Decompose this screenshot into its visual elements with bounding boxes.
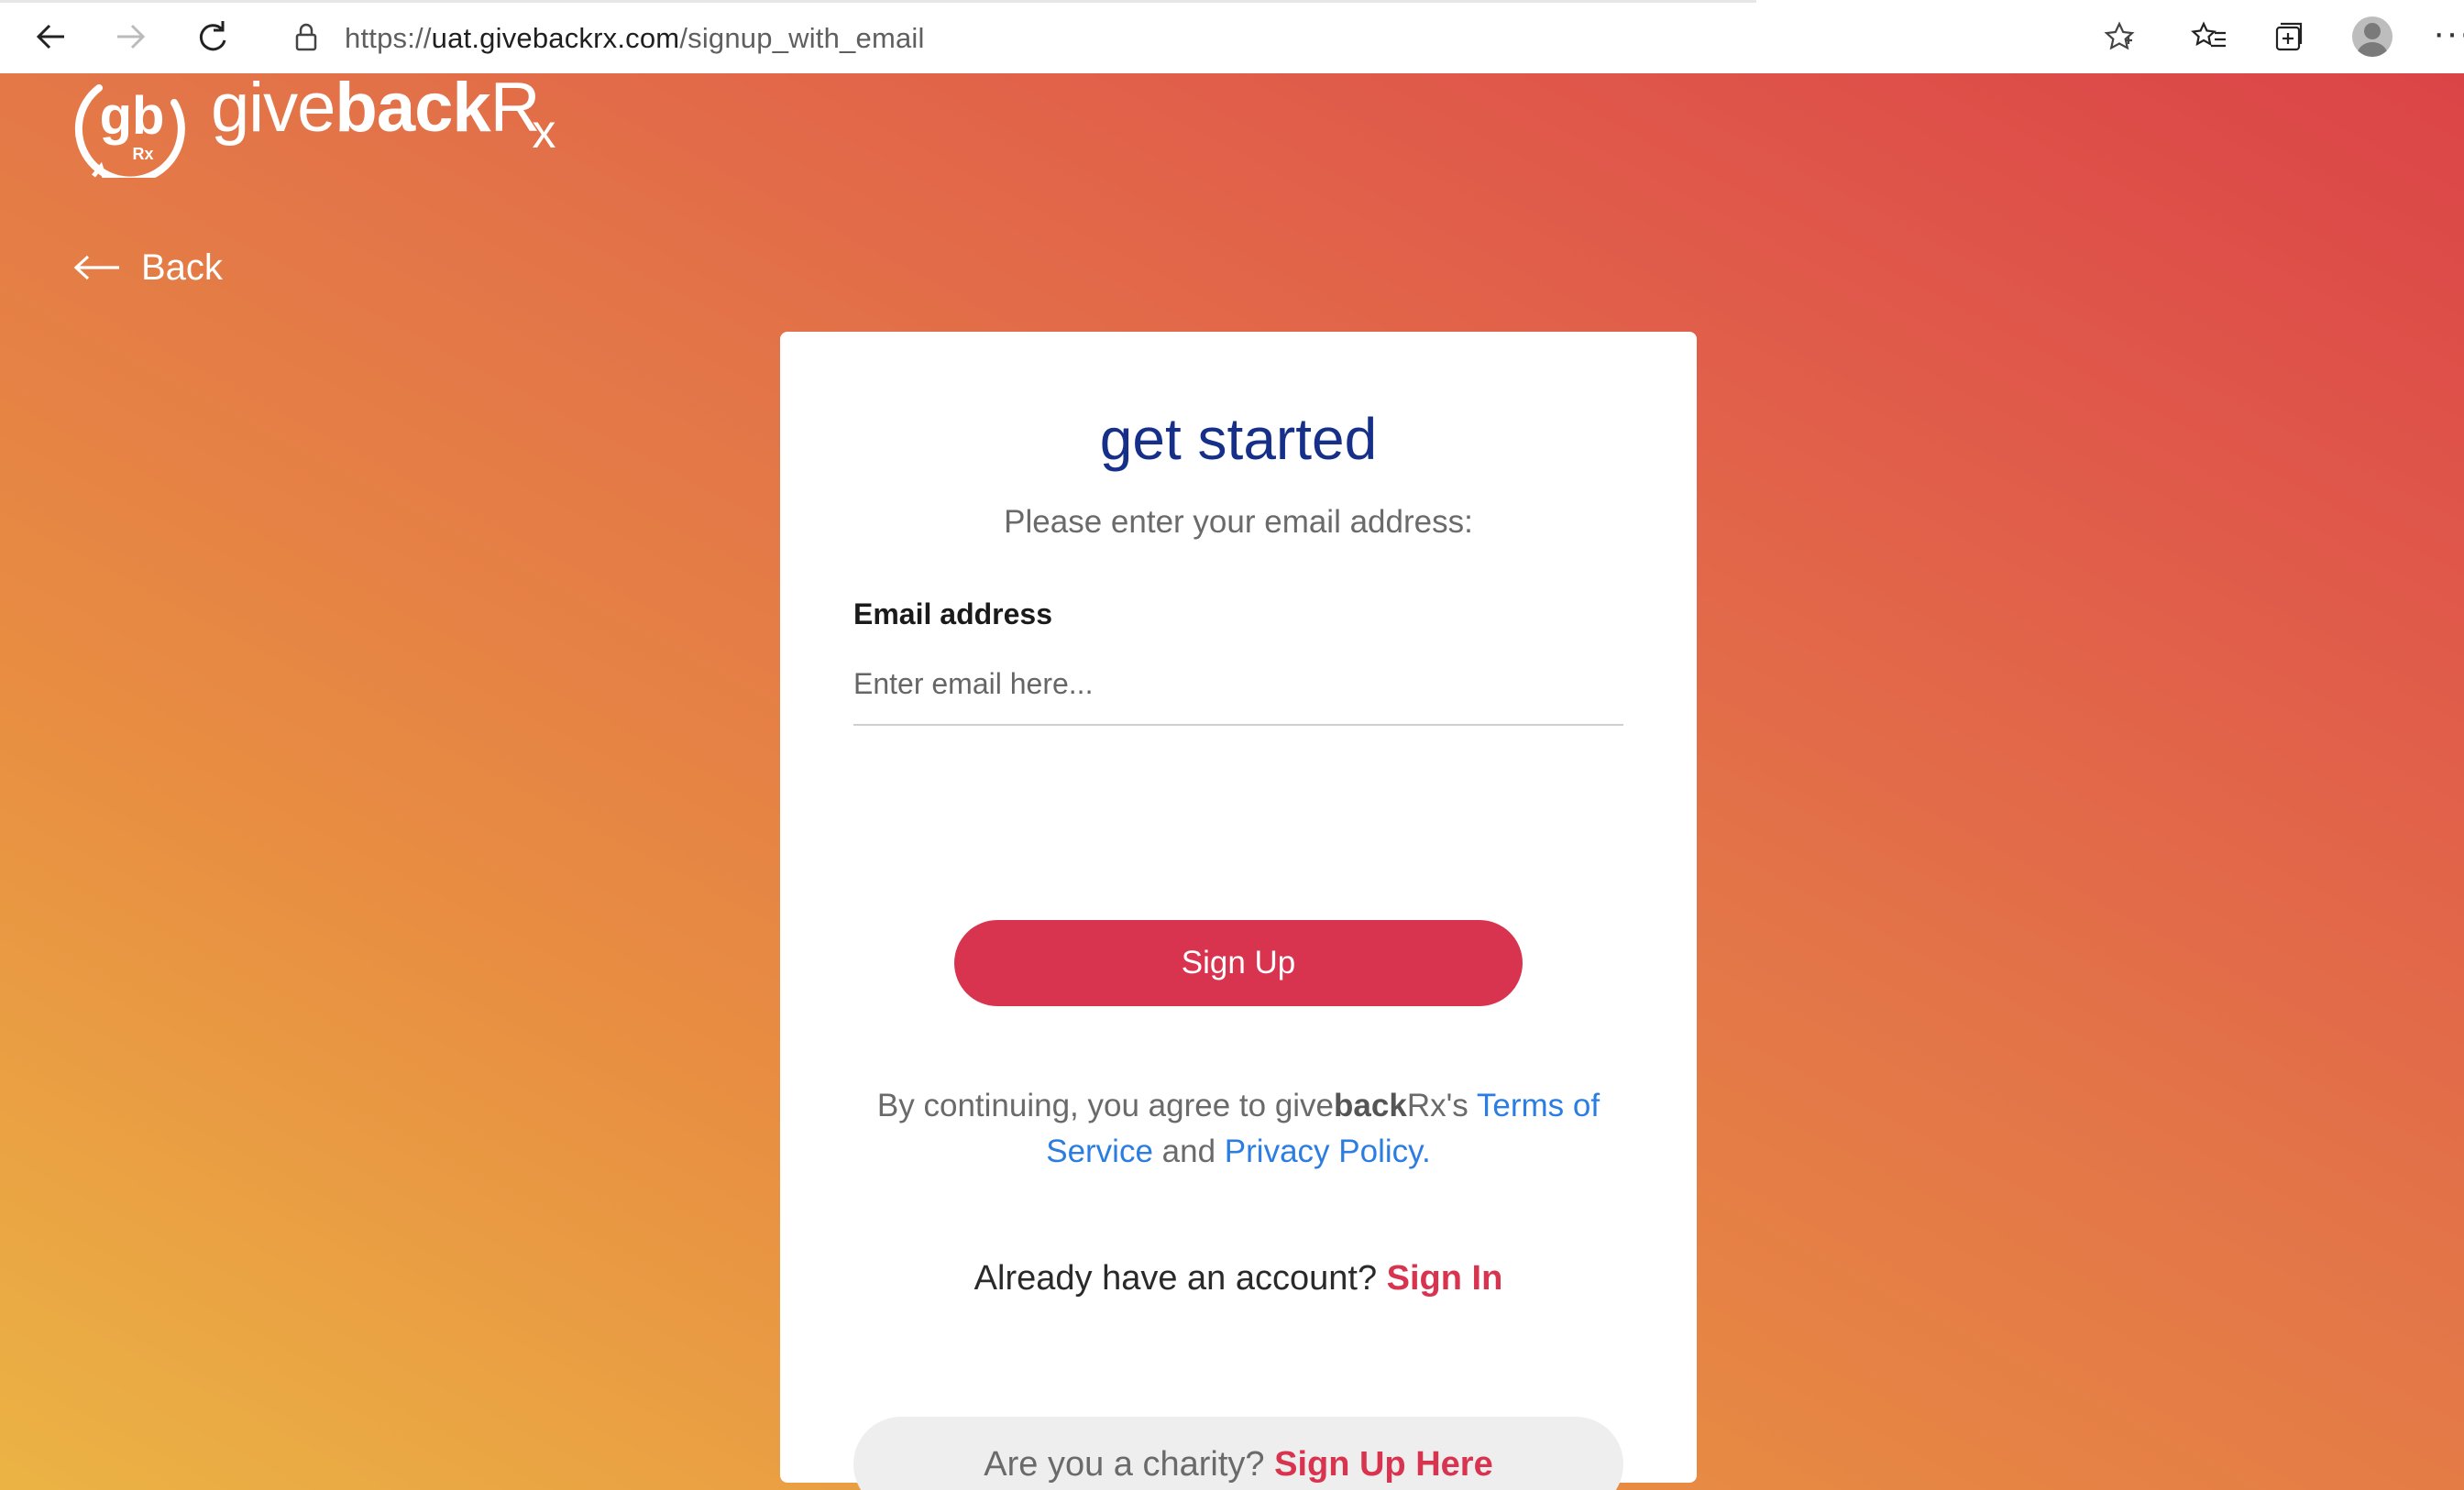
browser-toolbar: https://uat.givebackrx.com/signup_with_e… <box>0 0 2464 74</box>
email-input[interactable] <box>853 643 1623 726</box>
givebackrx-logo[interactable]: gb Rx givebackRx <box>73 73 556 184</box>
lock-icon[interactable] <box>290 20 323 53</box>
star-icon[interactable] <box>2103 20 2136 53</box>
terms-notice: By continuing, you agree to givebackRx's… <box>853 1083 1623 1175</box>
back-arrow-icon[interactable] <box>31 16 72 57</box>
email-label: Email address <box>853 597 1052 630</box>
signup-card: get started Please enter your email addr… <box>780 332 1697 1490</box>
loading-indicator <box>0 0 1756 3</box>
terms-brand-bold: back <box>1334 1088 1407 1123</box>
avatar-head <box>2364 23 2381 39</box>
form-subtitle: Please enter your email address: <box>1004 504 1473 540</box>
signin-prompt-text: Already have an account? <box>974 1259 1387 1298</box>
forward-arrow-icon[interactable] <box>110 16 150 57</box>
url-text[interactable]: https://uat.givebackrx.com/signup_with_e… <box>345 22 925 55</box>
sign-up-button[interactable]: Sign Up <box>954 920 1523 1006</box>
url-scheme: https:// <box>345 22 432 54</box>
brand-give: give <box>211 73 336 147</box>
gb-logo-mark-icon: gb Rx <box>73 73 191 184</box>
more-menu-icon[interactable]: ··· <box>2433 13 2464 54</box>
avatar-body <box>2357 42 2388 57</box>
back-label: Back <box>141 247 223 288</box>
collections-icon[interactable] <box>2270 18 2306 55</box>
svg-text:gb: gb <box>100 86 165 146</box>
terms-brand-suffix: Rx's <box>1406 1088 1477 1123</box>
url-host: uat.givebackrx.com <box>431 22 680 54</box>
page-background: gb Rx givebackRx Back get started Please… <box>0 73 2464 1490</box>
svg-text:Rx: Rx <box>132 145 153 163</box>
brand-wordmark: givebackRx <box>211 73 556 159</box>
back-link[interactable]: Back <box>73 240 223 295</box>
terms-prefix: By continuing, you agree to give <box>876 1088 1335 1123</box>
favorites-icon[interactable] <box>2191 18 2228 55</box>
page-title: get started <box>1099 406 1378 472</box>
sign-in-link[interactable]: Sign In <box>1387 1259 1503 1298</box>
signin-prompt: Already have an account? Sign In <box>780 1259 1697 1298</box>
left-arrow-icon <box>73 255 119 280</box>
address-bar[interactable]: https://uat.givebackrx.com/signup_with_e… <box>264 9 2156 64</box>
profile-avatar[interactable] <box>2352 16 2392 57</box>
charity-sign-up-link[interactable]: Sign Up Here <box>1274 1445 1493 1484</box>
brand-x: x <box>532 105 556 159</box>
privacy-policy-link[interactable]: Privacy Policy. <box>1225 1134 1431 1169</box>
brand-back: back <box>335 73 490 147</box>
refresh-icon[interactable] <box>192 16 233 57</box>
charity-prompt-text: Are you a charity? <box>984 1445 1275 1484</box>
url-path: /signup_with_email <box>679 22 925 54</box>
terms-conjunction: and <box>1152 1134 1225 1169</box>
charity-signup-banner[interactable]: Are you a charity? Sign Up Here <box>853 1417 1623 1490</box>
